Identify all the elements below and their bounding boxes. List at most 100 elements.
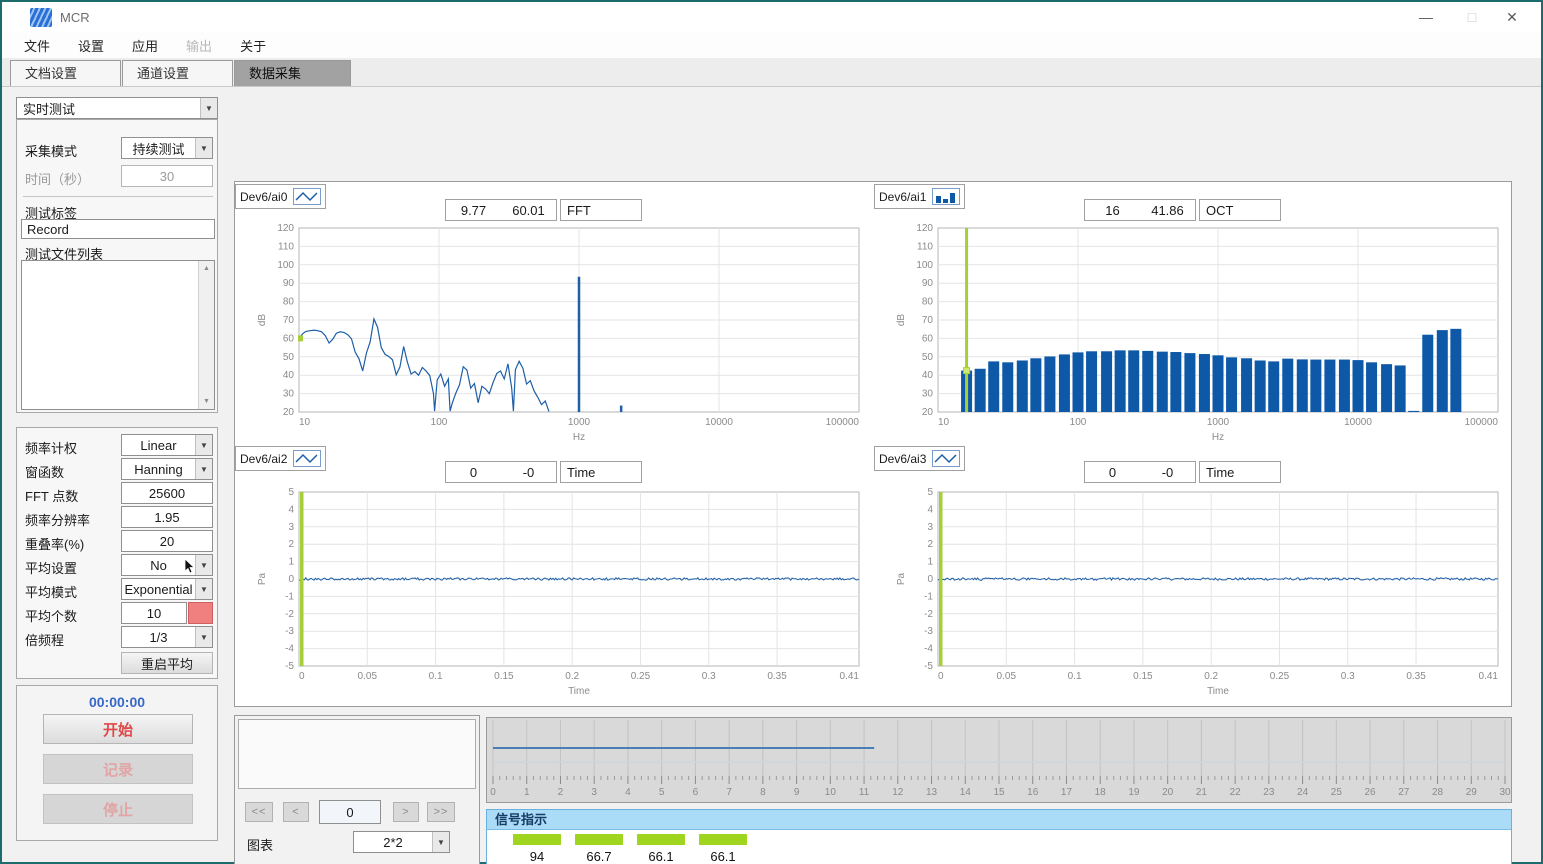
svg-text:dB: dB [257,314,268,327]
svg-text:100: 100 [916,260,933,271]
setting-field-5[interactable]: 20 [121,530,213,552]
measure-mode-select[interactable]: 实时测试 ▼ [16,97,218,119]
page-next-button[interactable]: > [393,802,419,822]
setting-label-9: 倍频程 [25,630,64,649]
svg-text:1: 1 [927,557,933,568]
scrollbar[interactable]: ▲ ▼ [198,261,214,409]
chevron-down-icon: ▼ [195,579,212,599]
scroll-down-icon[interactable]: ▼ [199,394,214,409]
svg-text:100000: 100000 [826,417,860,428]
tab-2[interactable]: 通道设置 [122,60,233,86]
svg-text:27: 27 [1398,787,1410,798]
page-last-button[interactable]: >> [427,802,455,822]
svg-text:0.3: 0.3 [702,671,716,682]
acquisition-group: 采集模式 持续测试 ▼ 时间（秒） 30 测试标签 测试文件列表 ▲ ▼ [16,119,218,413]
page-number-field[interactable]: 0 [319,800,381,824]
svg-text:Time: Time [1207,686,1229,697]
setting-select-1[interactable]: Linear▼ [121,434,213,456]
svg-text:29: 29 [1466,787,1478,798]
svg-text:-1: -1 [924,591,933,602]
svg-text:110: 110 [278,241,294,252]
page-first-button[interactable]: << [245,802,273,822]
chevron-down-icon: ▼ [195,627,212,647]
setting-select-6[interactable]: No▼ [121,554,213,576]
close-button[interactable]: ✕ [1489,2,1535,32]
chart-grid-select[interactable]: 2*2 ▼ [353,831,450,853]
svg-text:2: 2 [558,787,564,798]
menu-item-5[interactable]: 关于 [226,32,280,59]
svg-text:100: 100 [431,417,448,428]
plot-area-Dev6-ai0[interactable]: 1201101009080706050403020101001000100001… [235,184,874,446]
svg-text:4: 4 [625,787,631,798]
start-button[interactable]: 开始 [43,714,193,744]
record-button[interactable]: 记录 [43,754,193,784]
setting-label-1: 频率计权 [25,438,77,457]
level-bar-top-ch3 [637,834,685,845]
svg-text:13: 13 [926,787,938,798]
chart-cell-2: 1641.86OCTDev6/ai11201101009080706050403… [874,184,1513,446]
svg-text:30: 30 [922,389,934,400]
setting-label-4: 频率分辨率 [25,510,90,529]
svg-text:90: 90 [283,278,295,289]
svg-text:1: 1 [524,787,530,798]
menu-item-3[interactable]: 应用 [118,32,172,59]
page-prev-button[interactable]: < [283,802,309,822]
plot-area-Dev6-ai3[interactable]: 543210-1-2-3-4-500.050.10.150.20.250.30.… [874,446,1513,708]
tab-1[interactable]: 文档设置 [10,60,121,86]
minimize-button[interactable]: — [1403,2,1449,32]
setting-select-7[interactable]: Exponential▼ [121,578,213,600]
record-timeline[interactable]: 0123456789101112131415161718192021222324… [486,717,1512,803]
plot-area-Dev6-ai2[interactable]: 543210-1-2-3-4-500.050.10.150.20.250.30.… [235,446,874,708]
chevron-down-icon: ▼ [432,832,449,852]
svg-text:0: 0 [927,574,933,585]
chart-cell-1: 9.7760.01FFTDev6/ai012011010090807060504… [235,184,874,446]
time-seconds-field[interactable]: 30 [121,165,213,187]
svg-text:70: 70 [283,315,295,326]
svg-text:-4: -4 [924,644,933,655]
svg-text:0.35: 0.35 [767,671,787,682]
menu-bar: 文件设置应用输出关于 [2,32,1541,58]
svg-text:2: 2 [927,539,933,550]
setting-field-4[interactable]: 1.95 [121,506,213,528]
svg-text:25: 25 [1331,787,1343,798]
svg-text:4: 4 [927,504,933,515]
tab-3[interactable]: 数据采集 [234,60,351,86]
svg-text:100: 100 [1070,417,1087,428]
app-logo-icon [30,8,52,27]
svg-text:-4: -4 [285,644,294,655]
level-value-ch4: 66.1 [699,849,747,864]
acq-mode-select[interactable]: 持续测试 ▼ [121,137,213,159]
menu-item-2[interactable]: 设置 [64,32,118,59]
test-file-list[interactable]: ▲ ▼ [21,260,215,410]
divider [23,196,213,197]
svg-text:26: 26 [1365,787,1377,798]
svg-text:30: 30 [283,389,295,400]
setting-field-3[interactable]: 25600 [121,482,213,504]
svg-text:90: 90 [922,278,934,289]
mouse-cursor [184,559,196,575]
chart-grid-label: 图表 [247,835,273,854]
setting-field-8[interactable]: 10 [121,602,187,624]
svg-text:0.05: 0.05 [997,671,1017,682]
svg-text:12: 12 [892,787,904,798]
title-bar: MCR — □ ✕ [2,2,1541,32]
menu-item-1[interactable]: 文件 [10,32,64,59]
svg-text:50: 50 [283,352,295,363]
setting-select-9[interactable]: 1/3▼ [121,626,213,648]
timeline-ruler[interactable]: 0123456789101112131415161718192021222324… [487,718,1511,802]
scroll-up-icon[interactable]: ▲ [199,261,214,276]
stop-button[interactable]: 停止 [43,794,193,824]
svg-text:Hz: Hz [1212,432,1224,443]
restart-average-button[interactable]: 重启平均 [121,652,213,674]
chevron-down-icon: ▼ [200,98,217,118]
svg-text:22: 22 [1230,787,1242,798]
svg-text:60: 60 [283,333,295,344]
svg-text:16: 16 [1027,787,1039,798]
plot-area-Dev6-ai1[interactable]: 1201101009080706050403020101001000100001… [874,184,1513,446]
test-label-input[interactable] [21,219,215,239]
paging-panel: << < 0 > >> 图表 2*2 ▼ FFT X轴显示方式 Logarith… [234,715,480,864]
svg-text:18: 18 [1095,787,1107,798]
elapsed-timer: 00:00:00 [17,694,217,710]
setting-select-2[interactable]: Hanning▼ [121,458,213,480]
svg-text:20: 20 [1162,787,1174,798]
